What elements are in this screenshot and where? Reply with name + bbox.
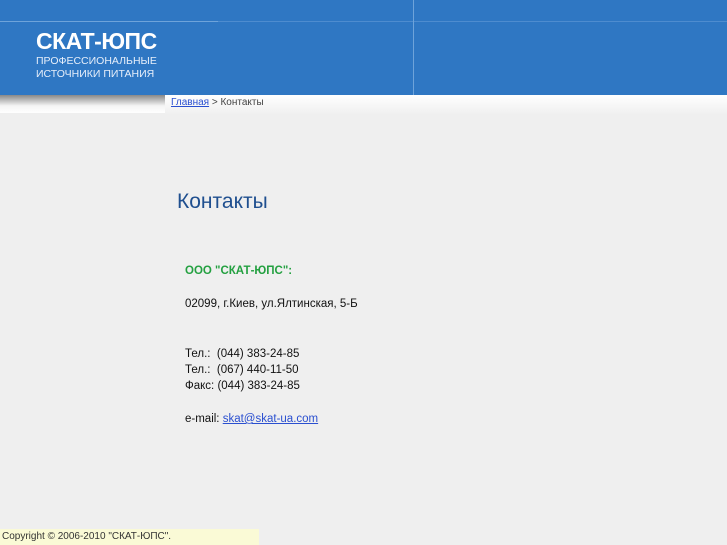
- page-title: Контакты: [177, 190, 268, 213]
- phone-value: (067) 440-11-50: [216, 364, 299, 376]
- logo-subtitle: ИСТОЧНИКИ ПИТАНИЯ: [36, 68, 155, 80]
- breadcrumb-separator: >: [209, 97, 221, 108]
- email-line: e-mail: skat@skat-ua.com: [185, 413, 318, 425]
- breadcrumb-current: Контакты: [220, 97, 264, 108]
- phone-line: Тел.: (067) 440-11-50: [185, 364, 299, 376]
- address: 02099, г.Киев, ул.Ялтинская, 5-Б: [185, 298, 358, 310]
- logo-title: СКАТ-ЮПС: [36, 28, 157, 54]
- shadow: [0, 95, 165, 113]
- fax-label: Факс:: [185, 380, 215, 392]
- email-label: e-mail:: [185, 413, 220, 425]
- divider: [413, 0, 414, 95]
- header: СКАТ-ЮПС ПРОФЕССИОНАЛЬНЫЕ ИСТОЧНИКИ ПИТА…: [0, 0, 727, 95]
- phone-label: Тел.:: [185, 364, 211, 376]
- divider: [0, 21, 218, 22]
- phone-label: Тел.:: [185, 348, 211, 360]
- phone-value: (044) 383-24-85: [216, 348, 300, 360]
- copyright: Copyright © 2006-2010 "СКАТ-ЮПС".: [0, 529, 259, 545]
- fax-line: Факс: (044) 383-24-85: [185, 380, 300, 392]
- breadcrumb-home-link[interactable]: Главная: [171, 97, 209, 108]
- breadcrumb: Главная > Контакты: [171, 97, 264, 108]
- email-link[interactable]: skat@skat-ua.com: [223, 413, 318, 425]
- divider: [218, 21, 727, 22]
- logo[interactable]: СКАТ-ЮПС ПРОФЕССИОНАЛЬНЫЕ ИСТОЧНИКИ ПИТА…: [36, 28, 157, 81]
- company-name: ООО "СКАТ-ЮПС":: [185, 265, 293, 277]
- fax-value: (044) 383-24-85: [217, 380, 300, 392]
- phone-line: Тел.: (044) 383-24-85: [185, 348, 299, 360]
- logo-subtitle: ПРОФЕССИОНАЛЬНЫЕ: [36, 55, 157, 67]
